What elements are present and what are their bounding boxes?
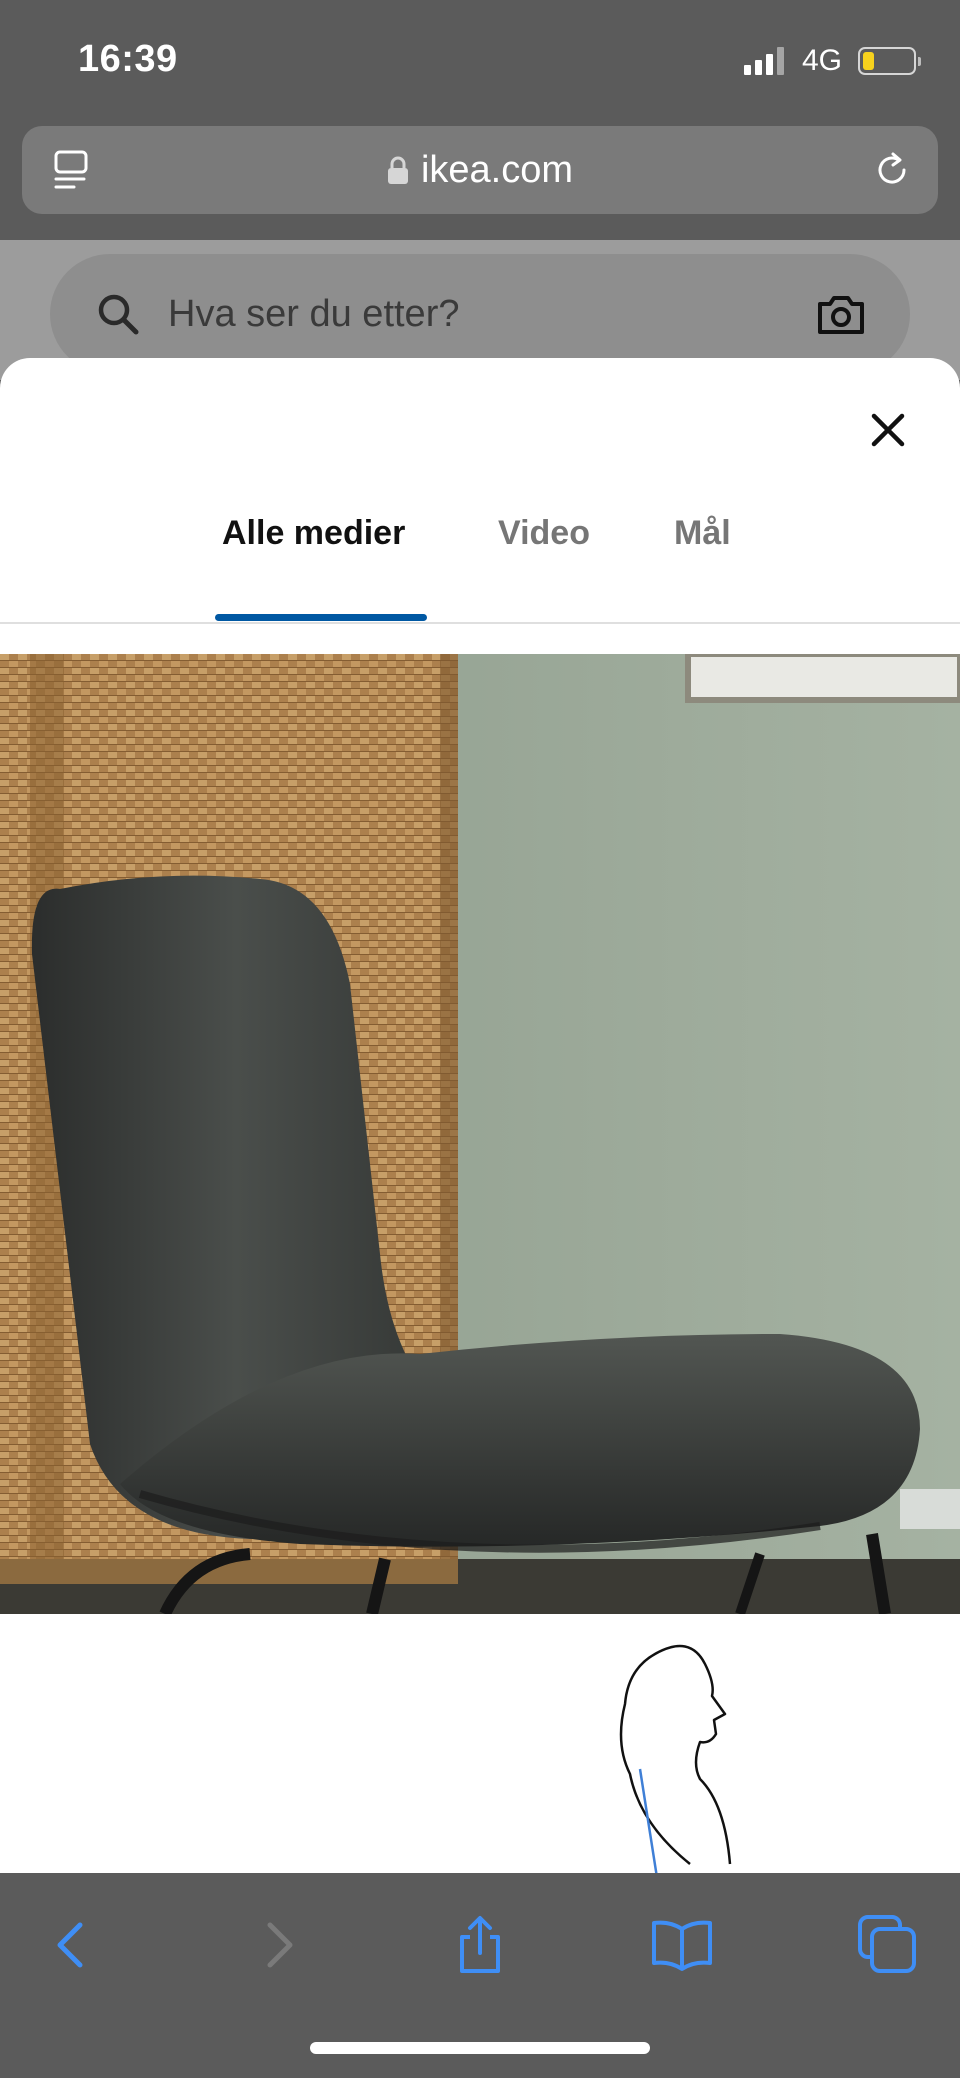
camera-icon[interactable] [816,290,866,338]
url-field[interactable]: ikea.com [22,126,938,214]
active-tab-indicator [215,614,427,621]
media-modal: Alle medier Video Mål [0,358,960,1874]
tabs-divider [0,622,960,624]
search-input[interactable] [168,254,728,374]
tabs-overview-icon[interactable] [856,1913,920,1977]
signal-icon [743,47,784,75]
tab-dimensions[interactable]: Mål [674,508,731,604]
site-search-bar[interactable] [50,254,910,374]
lock-icon [387,156,408,184]
home-indicator[interactable] [310,2042,650,2054]
share-icon[interactable] [448,1913,512,1977]
media-tabs: Alle medier Video Mål [0,508,960,604]
close-icon[interactable] [860,402,916,458]
status-time: 16:39 [78,38,178,80]
battery-icon [858,47,921,75]
bookmarks-icon[interactable] [650,1913,714,1977]
url-text: ikea.com [420,148,574,191]
forward-icon[interactable] [246,1913,310,1977]
status-bar: 16:39 4G [0,0,960,120]
status-indicators: 4G [743,44,921,78]
tab-all-media[interactable]: Alle medier [222,508,405,604]
tab-video[interactable]: Video [498,508,590,604]
back-icon[interactable] [40,1913,104,1977]
posture-diagram[interactable] [0,1614,960,1874]
chair-photo[interactable] [0,654,960,1614]
reload-icon[interactable] [870,148,914,192]
address-bar[interactable]: ikea.com [22,126,938,214]
search-icon [98,294,139,335]
network-type: 4G [801,44,842,77]
